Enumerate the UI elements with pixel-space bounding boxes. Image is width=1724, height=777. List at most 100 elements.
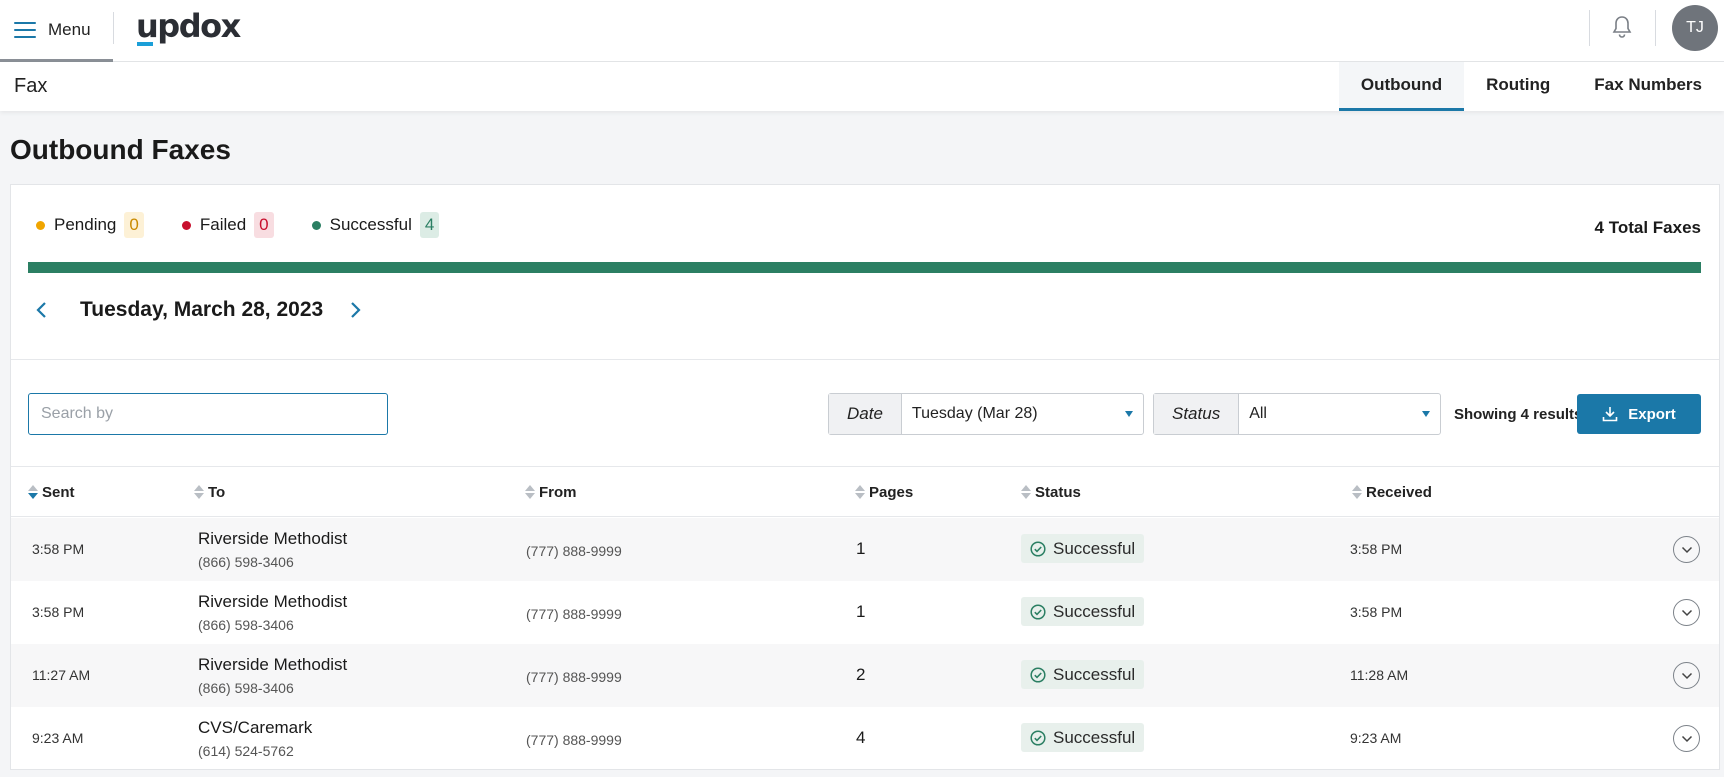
received-time: 3:58 PM bbox=[1350, 541, 1403, 557]
successful-count: 4 bbox=[419, 212, 440, 238]
tab-bar: Outbound Routing Fax Numbers bbox=[1338, 62, 1724, 111]
tab-outbound[interactable]: Outbound bbox=[1338, 62, 1465, 111]
sort-icon bbox=[1021, 485, 1031, 499]
status-badge: Successful bbox=[1021, 660, 1145, 689]
sent-time: 9:23 AM bbox=[32, 730, 84, 746]
check-circle-icon bbox=[1030, 729, 1046, 746]
chevron-down-icon bbox=[1681, 546, 1692, 553]
status-filter[interactable]: Status All bbox=[1153, 393, 1441, 435]
chevron-down-icon bbox=[1681, 609, 1692, 616]
page-count: 1 bbox=[856, 539, 866, 558]
received-time: 11:28 AM bbox=[1350, 667, 1409, 683]
chevron-left-icon bbox=[36, 302, 46, 318]
recipient-number: (614) 524-5762 bbox=[198, 743, 294, 759]
status-badge: Successful bbox=[1021, 723, 1145, 752]
logo-accent bbox=[137, 42, 153, 46]
menu-button[interactable]: Menu bbox=[0, 0, 113, 62]
chevron-down-icon bbox=[1681, 735, 1692, 742]
sent-time: 11:27 AM bbox=[32, 667, 91, 683]
page-count: 2 bbox=[856, 665, 866, 684]
divider bbox=[1589, 10, 1590, 46]
sort-icon bbox=[194, 485, 204, 499]
status-filter-select[interactable]: All bbox=[1239, 394, 1440, 434]
caret-down-icon bbox=[1422, 411, 1430, 417]
column-header-pages[interactable]: Pages bbox=[855, 467, 913, 517]
status-filter-label: Status bbox=[1154, 394, 1240, 434]
table-row[interactable]: 9:23 AM CVS/Caremark (614) 524-5762 (777) 8… bbox=[11, 707, 1719, 770]
sender-number: (777) 888-9999 bbox=[526, 543, 622, 559]
sender-number: (777) 888-9999 bbox=[526, 606, 622, 622]
expand-row-button[interactable] bbox=[1673, 725, 1700, 752]
tab-fax-numbers[interactable]: Fax Numbers bbox=[1572, 62, 1724, 111]
date-filter-value: Tuesday (Mar 28) bbox=[911, 405, 1038, 422]
column-header-received[interactable]: Received bbox=[1352, 467, 1432, 517]
hamburger-icon bbox=[14, 21, 36, 38]
user-avatar[interactable]: TJ bbox=[1672, 5, 1718, 51]
status-filter-value: All bbox=[1249, 405, 1267, 422]
previous-day-button[interactable] bbox=[28, 297, 54, 323]
recipient-name: Riverside Methodist bbox=[198, 529, 348, 548]
recipient-number: (866) 598-3406 bbox=[198, 617, 294, 633]
table-row[interactable]: 3:58 PM Riverside Methodist (866) 598-3406… bbox=[11, 581, 1719, 644]
successful-dot-icon bbox=[311, 220, 321, 230]
expand-row-button[interactable] bbox=[1673, 662, 1700, 689]
expand-row-button[interactable] bbox=[1673, 599, 1700, 626]
search-input[interactable] bbox=[28, 393, 388, 435]
recipient-name: Riverside Methodist bbox=[198, 655, 348, 674]
status-badge: Successful bbox=[1021, 597, 1145, 626]
sender-number: (777) 888-9999 bbox=[526, 732, 622, 748]
page-count: 4 bbox=[856, 728, 866, 747]
successful-stat: Successful 4 bbox=[311, 212, 440, 238]
date-navigator: Tuesday, March 28, 2023 bbox=[28, 297, 369, 323]
pending-label: Pending bbox=[54, 215, 117, 234]
table-row[interactable]: 3:58 PM Riverside Methodist (866) 598-3406… bbox=[11, 518, 1719, 581]
status-badge: Successful bbox=[1021, 534, 1145, 563]
page-count: 1 bbox=[856, 602, 866, 621]
divider bbox=[1655, 10, 1656, 46]
sent-time: 3:58 PM bbox=[32, 604, 85, 620]
next-day-button[interactable] bbox=[343, 297, 369, 323]
received-time: 3:58 PM bbox=[1350, 604, 1403, 620]
sent-time: 3:58 PM bbox=[32, 541, 85, 557]
download-icon bbox=[1602, 407, 1618, 422]
top-bar: Menu updox TJ bbox=[0, 0, 1724, 62]
divider bbox=[11, 359, 1719, 360]
updox-logo[interactable]: updox bbox=[136, 7, 241, 45]
bell-icon[interactable] bbox=[1606, 11, 1638, 43]
successful-label: Successful bbox=[329, 215, 412, 234]
total-faxes: 4 Total Faxes bbox=[1594, 218, 1701, 237]
divider bbox=[113, 12, 114, 44]
column-header-sent[interactable]: Sent bbox=[28, 467, 75, 517]
sort-icon bbox=[855, 485, 865, 499]
failed-count: 0 bbox=[254, 212, 274, 238]
column-header-to[interactable]: To bbox=[194, 467, 225, 517]
caret-down-icon bbox=[1125, 411, 1133, 417]
sort-icon bbox=[1352, 485, 1362, 499]
section-title: Fax bbox=[14, 75, 48, 97]
date-filter[interactable]: Date Tuesday (Mar 28) bbox=[828, 393, 1144, 435]
table-row[interactable]: 11:27 AM Riverside Methodist (866) 598-340… bbox=[11, 644, 1719, 707]
column-header-from[interactable]: From bbox=[525, 467, 577, 517]
pending-count: 0 bbox=[124, 212, 144, 238]
pending-dot-icon bbox=[36, 220, 45, 230]
tab-routing[interactable]: Routing bbox=[1464, 62, 1572, 111]
failed-stat: Failed 0 bbox=[181, 212, 274, 238]
pending-stat: Pending 0 bbox=[36, 212, 144, 238]
received-time: 9:23 AM bbox=[1350, 730, 1402, 746]
date-filter-select[interactable]: Tuesday (Mar 28) bbox=[902, 394, 1143, 434]
sort-icon bbox=[525, 485, 535, 499]
chevron-down-icon bbox=[1681, 672, 1692, 679]
expand-row-button[interactable] bbox=[1673, 536, 1700, 563]
check-circle-icon bbox=[1030, 666, 1046, 683]
date-filter-label: Date bbox=[829, 394, 902, 434]
results-count: Showing 4 results bbox=[1454, 406, 1583, 423]
check-circle-icon bbox=[1030, 540, 1046, 557]
recipient-number: (866) 598-3406 bbox=[198, 680, 294, 696]
column-header-status[interactable]: Status bbox=[1021, 467, 1081, 517]
sort-icon bbox=[28, 485, 38, 499]
chevron-right-icon bbox=[351, 302, 361, 318]
recipient-name: CVS/Caremark bbox=[198, 718, 313, 737]
export-button[interactable]: Export bbox=[1577, 394, 1701, 434]
sender-number: (777) 888-9999 bbox=[526, 669, 622, 685]
failed-label: Failed bbox=[199, 215, 247, 234]
